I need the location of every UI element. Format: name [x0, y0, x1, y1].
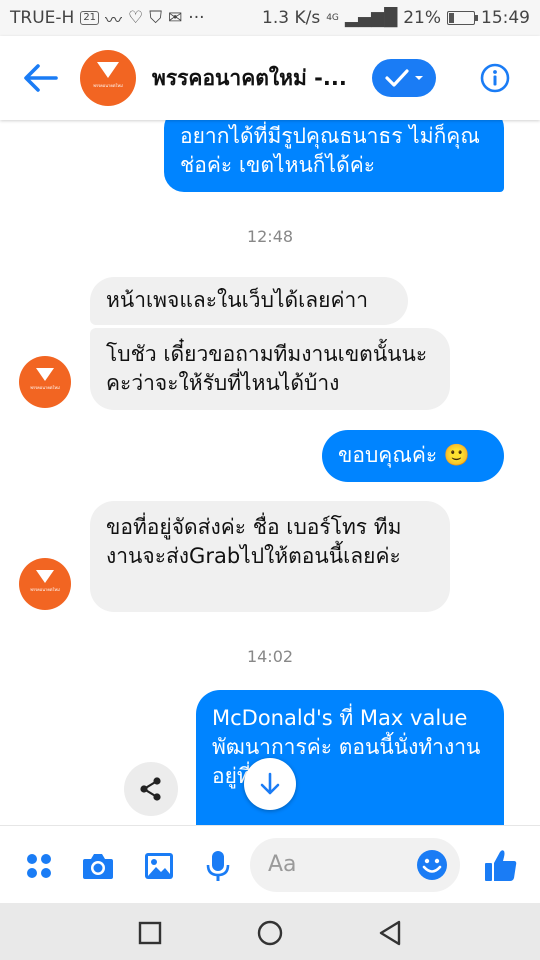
system-navigation-bar: [0, 903, 540, 960]
message-bubble-incoming[interactable]: โบชัว เดี๋ยวขอถามทีมงานเขตนั้นนะคะว่าจะใ…: [90, 328, 450, 410]
emoji-icon[interactable]: [416, 849, 448, 881]
sender-avatar[interactable]: พรรคอนาคตใหม่: [19, 558, 71, 610]
arrow-left-icon: [24, 64, 58, 92]
message-text: ขอที่อยู่จัดส่งค่ะ ชื่อ เบอร์โทร ทีมงานจ…: [106, 515, 402, 568]
health-icon: ♡: [128, 8, 144, 28]
message-bubble-outgoing[interactable]: ขอบคุณค่ะ 🙂: [322, 430, 504, 482]
message-text: อยากได้ที่มีรูปคุณธนาธร ไม่ก็คุณช่อค่ะ เ…: [180, 124, 480, 177]
brand-logo-icon: [36, 570, 54, 583]
composer-bar: Aa: [0, 825, 540, 904]
timestamp: 14:02: [246, 647, 294, 666]
home-button[interactable]: [257, 920, 283, 946]
info-button[interactable]: [480, 63, 510, 93]
camera-icon: [83, 854, 113, 879]
message-text: โบชัว เดี๋ยวขอถามทีมงานเขตนั้นนะคะว่าจะใ…: [106, 342, 428, 395]
message-input[interactable]: Aa: [250, 838, 460, 892]
mail-icon: ✉: [168, 8, 183, 28]
avatar-caption: พรรคอนาคตใหม่: [30, 587, 60, 592]
message-bubble-incoming[interactable]: หน้าเพจและในเว็บได้เลยค่าา: [90, 277, 408, 325]
activity-icon: 〰: [105, 10, 123, 31]
carrier-label: TRUE-H: [10, 8, 75, 28]
message-bubble-incoming[interactable]: ขอที่อยู่จัดส่งค่ะ ชื่อ เบอร์โทร ทีมงานจ…: [90, 501, 450, 612]
message-list[interactable]: อยากได้ที่มีรูปคุณธนาธร ไม่ก็คุณช่อค่ะ เ…: [0, 120, 540, 825]
verified-menu-button[interactable]: [372, 59, 436, 97]
brand-logo-icon: [97, 61, 119, 78]
conversation-title[interactable]: พรรคอนาคตใหม่ -...: [152, 62, 352, 95]
voice-button[interactable]: [198, 846, 238, 886]
thumbs-up-icon: [485, 850, 517, 881]
microphone-icon: [206, 851, 230, 881]
more-actions-button[interactable]: [19, 846, 59, 886]
message-bubble-outgoing[interactable]: McDonald's ที่ Max value พัฒนาการค่ะ ตอน…: [196, 690, 504, 825]
back-nav-button[interactable]: [378, 920, 402, 946]
back-button[interactable]: [0, 36, 80, 120]
shield-icon: ⛉: [149, 8, 163, 28]
network-speed: 1.3 K/s: [262, 8, 321, 28]
camera-button[interactable]: [78, 846, 118, 886]
image-icon: [145, 853, 173, 879]
clock: 15:49: [481, 8, 530, 28]
checkmark-icon: [385, 69, 409, 87]
arrow-down-icon: [260, 772, 280, 795]
timestamp: 12:48: [246, 227, 294, 246]
chevron-down-icon: [415, 76, 423, 80]
share-button[interactable]: [124, 762, 178, 816]
grid-dots-icon: [27, 854, 51, 878]
message-bubble-outgoing[interactable]: อยากได้ที่มีรูปคุณธนาธร ไม่ก็คุณช่อค่ะ เ…: [164, 120, 504, 192]
more-notifications-icon: ···: [188, 8, 205, 28]
gallery-button[interactable]: [139, 846, 179, 886]
message-text: หน้าเพจและในเว็บได้เลยค่าา: [106, 288, 369, 312]
info-icon: [480, 63, 510, 93]
signal-icon: ▂▄▆█: [344, 8, 398, 28]
page-avatar[interactable]: พรรคอนาคตใหม่: [80, 50, 136, 106]
battery-percent: 21%: [403, 8, 441, 28]
calendar-icon: 21: [80, 11, 100, 25]
like-button[interactable]: [481, 846, 521, 886]
brand-logo-icon: [36, 368, 54, 381]
conversation-header: พรรคอนาคตใหม่ พรรคอนาคตใหม่ -...: [0, 36, 540, 120]
scroll-to-bottom-button[interactable]: [244, 758, 296, 810]
message-input-placeholder: Aa: [268, 852, 297, 877]
network-type: 4G: [326, 13, 339, 23]
avatar-caption: พรรคอนาคตใหม่: [30, 385, 60, 390]
avatar-caption: พรรคอนาคตใหม่: [93, 82, 123, 88]
share-icon: [140, 777, 161, 801]
status-bar: TRUE-H 21 〰 ♡ ⛉ ✉ ··· 1.3 K/s 4G ▂▄▆█ 21…: [0, 0, 540, 36]
sender-avatar[interactable]: พรรคอนาคตใหม่: [19, 356, 71, 408]
message-text: ขอบคุณค่ะ 🙂: [338, 443, 470, 467]
battery-icon: [447, 11, 478, 25]
recent-apps-button[interactable]: [138, 921, 162, 945]
